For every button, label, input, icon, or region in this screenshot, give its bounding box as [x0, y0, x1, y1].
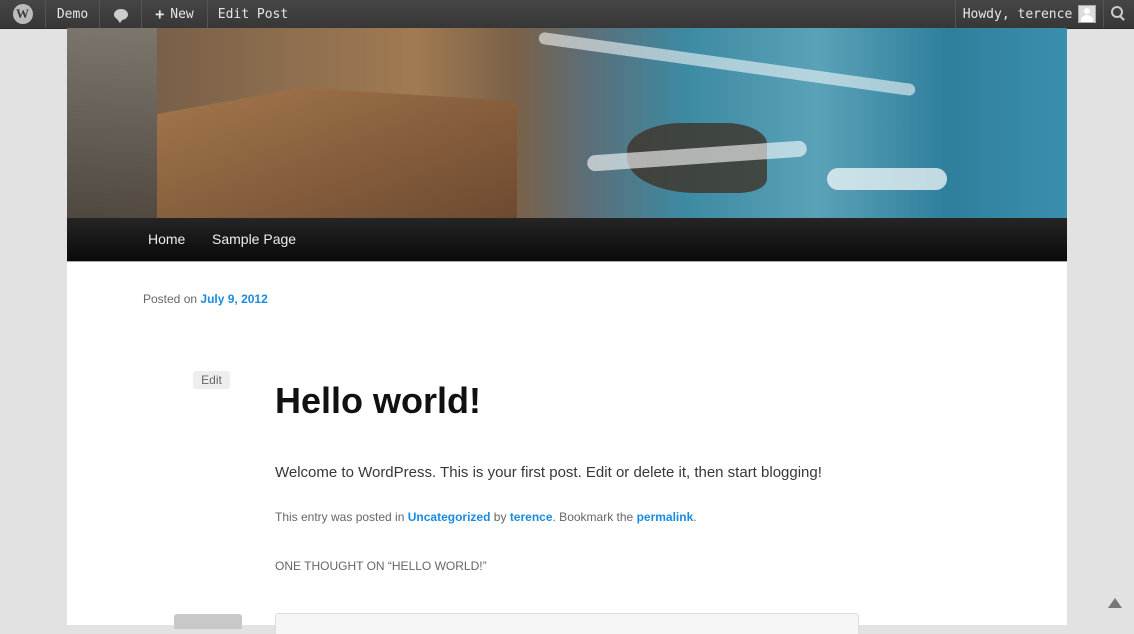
wordpress-logo-icon: W: [12, 4, 33, 24]
comment-bubble-icon: [113, 8, 128, 23]
post-date-link[interactable]: July 9, 2012: [200, 292, 267, 306]
new-label: New: [170, 6, 194, 22]
my-account-menu[interactable]: Howdy, terence: [955, 0, 1103, 28]
nav-item-sample-page[interactable]: Sample Page: [212, 218, 296, 261]
footer-end: .: [693, 510, 697, 524]
nav-item-home[interactable]: Home: [148, 218, 185, 261]
author-link[interactable]: terence: [510, 510, 553, 524]
plus-icon: +: [155, 5, 165, 23]
permalink-link[interactable]: permalink: [637, 510, 694, 524]
entry-footer: This entry was posted in Uncategorized b…: [275, 510, 697, 524]
site-name-link[interactable]: Demo: [46, 0, 100, 28]
new-content-menu[interactable]: + New: [142, 0, 208, 28]
header-image[interactable]: [67, 28, 1067, 218]
comment-avatar: [174, 614, 242, 629]
scroll-up-arrow-icon[interactable]: [1108, 598, 1122, 608]
comments-link[interactable]: [100, 0, 142, 28]
wp-menu[interactable]: W: [0, 0, 46, 28]
edit-post-label: Edit Post: [217, 6, 289, 22]
footer-bookmark: . Bookmark the: [552, 510, 634, 524]
edit-post-link[interactable]: Edit Post: [208, 0, 298, 28]
post-meta: Posted on July 9, 2012: [143, 292, 268, 306]
howdy-label: Howdy, terence: [962, 6, 1073, 22]
site-name-label: Demo: [56, 6, 89, 22]
post-content: Welcome to WordPress. This is your first…: [275, 464, 822, 481]
comment-box: [275, 613, 859, 634]
main-navigation: Home Sample Page: [67, 218, 1067, 262]
category-link[interactable]: Uncategorized: [408, 510, 491, 524]
page-container: Home Sample Page Posted on July 9, 2012 …: [67, 28, 1067, 634]
posted-on-label: Posted on: [143, 292, 198, 306]
search-icon: [1111, 6, 1123, 18]
comments-title: ONE THOUGHT ON “HELLO WORLD!”: [275, 559, 487, 573]
footer-prefix: This entry was posted in: [275, 510, 405, 524]
footer-by: by: [493, 510, 507, 524]
page-title: Hello world!: [275, 380, 481, 421]
search-button[interactable]: [1103, 0, 1134, 28]
admin-bar: W Demo + New Edit Post Howdy, terence: [0, 0, 1134, 29]
avatar: [1078, 5, 1097, 23]
edit-button[interactable]: Edit: [193, 371, 230, 389]
